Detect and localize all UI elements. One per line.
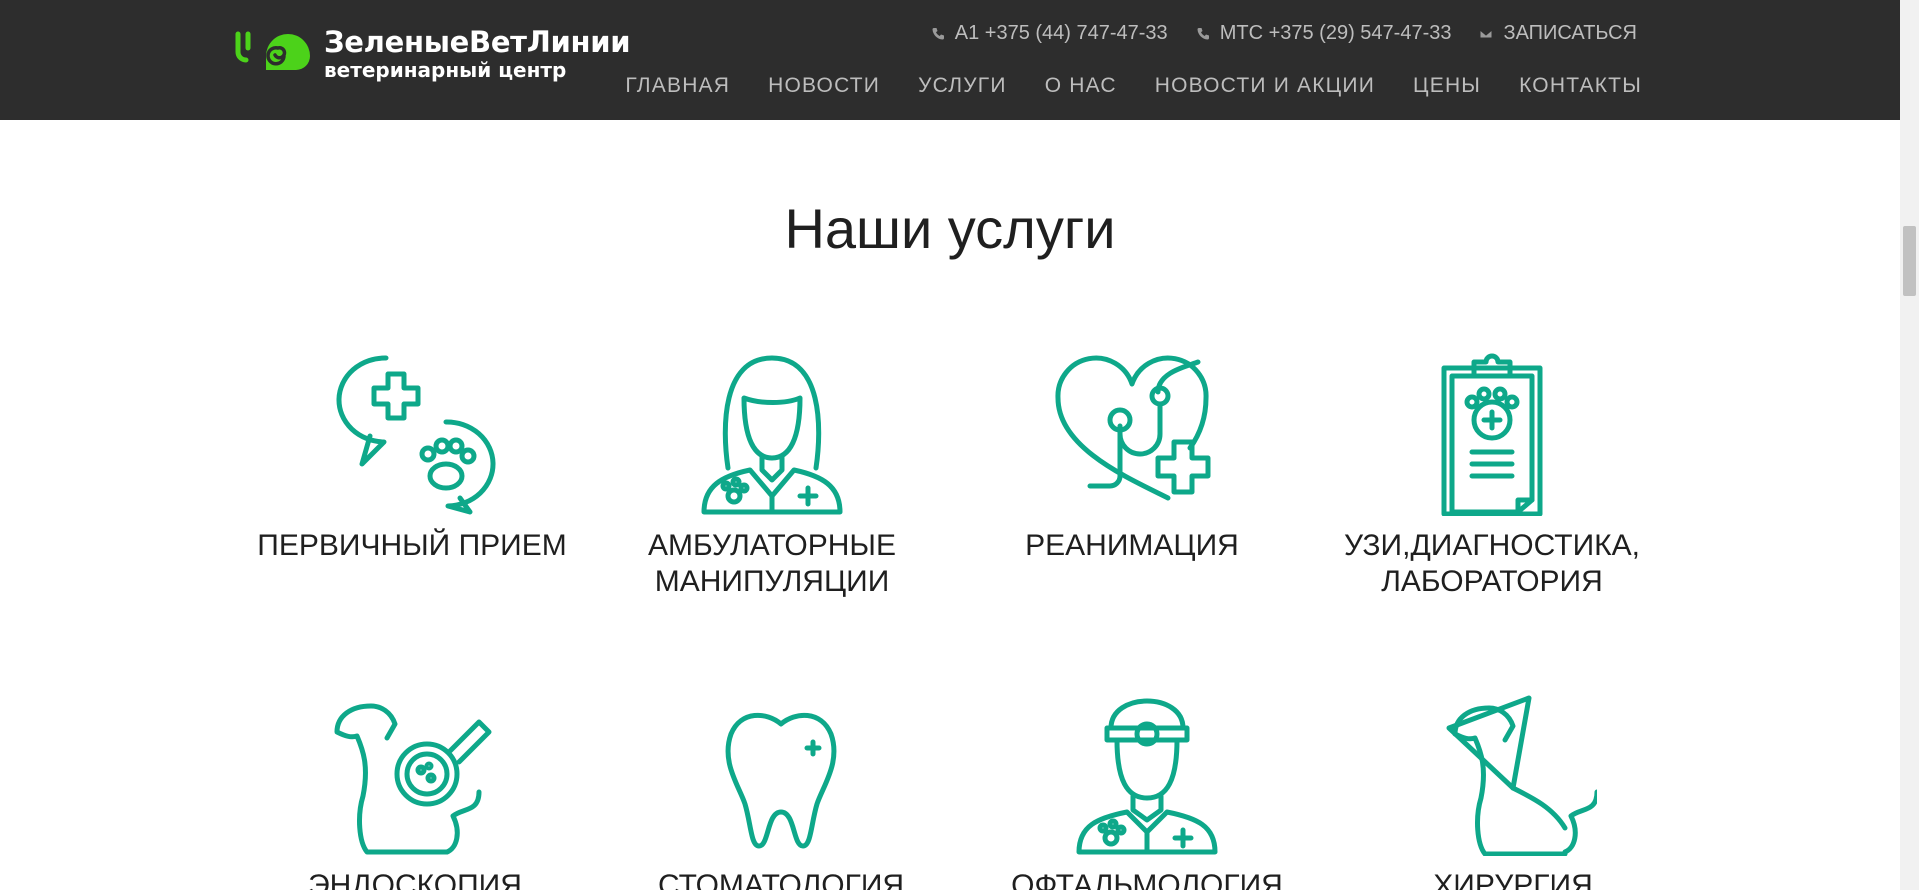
service-card-surgery[interactable]: ХИРУРГИЯ [1330,688,1696,890]
service-card-endoscopy[interactable]: ЭНДОСКОПИЯ [232,688,598,890]
nav-item-services[interactable]: УСЛУГИ [918,74,1007,98]
nav-item-contacts[interactable]: КОНТАКТЫ [1519,74,1642,98]
service-label: РЕАНИМАЦИЯ [1025,529,1239,562]
nav-item-news[interactable]: НОВОСТИ [768,74,880,98]
nav-item-news-promos[interactable]: НОВОСТИ И АКЦИИ [1155,74,1375,98]
service-card-ophthalmology[interactable]: ОФТАЛЬМОЛОГИЯ [964,688,1330,890]
service-label: ПЕРВИЧНЫЙ ПРИЕМ [257,529,567,562]
heart-stethoscope-icon [1055,355,1211,501]
scrollbar-thumb[interactable] [1903,226,1916,296]
header-contacts: А1 +375 (44) 747-47-33 МТС +375 (29) 547… [931,22,1637,45]
phone-mts-text: МТС +375 (29) 547-47-33 [1219,22,1452,44]
vet-woman-icon [701,355,843,515]
service-label: ОФТАЛЬМОЛОГИЯ [1011,869,1283,890]
phone-a1-link[interactable]: А1 +375 (44) 747-47-33 [931,22,1168,45]
service-label: ЭНДОСКОПИЯ [308,869,522,890]
service-card-initial-visit[interactable]: ПЕРВИЧНЫЙ ПРИЕМ [232,348,592,688]
site-header: ЗеленыеВетЛинии ветеринарный центр А1 +3… [0,0,1900,120]
phone-a1-text: А1 +375 (44) 747-47-33 [954,22,1168,44]
services-row: ПЕРВИЧНЫЙ ПРИЕМ АМБУЛАТОРНЫЕ МАНИПУЛЯЦИИ [232,348,1672,688]
page-title: Наши услуги [784,197,1116,260]
logo-subtitle: ветеринарный центр [324,58,567,82]
signup-text: ЗАПИСАТЬСЯ [1503,22,1637,44]
logo[interactable]: ЗеленыеВетЛинии ветеринарный центр [232,25,631,82]
envelope-icon [1479,29,1493,38]
logo-text: ЗеленыеВетЛинии ветеринарный центр [324,25,631,82]
nav-item-home[interactable]: ГЛАВНАЯ [625,74,730,98]
dog-cone-icon [1446,695,1597,856]
signup-link[interactable]: ЗАПИСАТЬСЯ [1479,22,1637,45]
clipboard-paw-icon [1441,353,1543,516]
doctor-head-mirror-icon [1076,698,1218,855]
service-card-dentistry[interactable]: СТОМАТОЛОГИЯ [598,688,964,890]
phone-icon [932,27,944,39]
service-card-outpatient[interactable]: АМБУЛАТОРНЫЕ МАНИПУЛЯЦИИ [592,348,952,688]
services-grid: ПЕРВИЧНЫЙ ПРИЕМ АМБУЛАТОРНЫЕ МАНИПУЛЯЦИИ [232,348,1672,890]
phone-icon [1197,27,1209,39]
service-label: ХИРУРГИЯ [1433,869,1593,890]
nav-item-prices[interactable]: ЦЕНЫ [1413,74,1481,98]
service-card-resuscitation[interactable]: РЕАНИМАЦИЯ [952,348,1312,688]
service-label: УЗИ,ДИАГНОСТИКА, ЛАБОРАТОРИЯ [1344,529,1640,598]
nav-item-about[interactable]: О НАС [1045,74,1117,98]
service-label: АМБУЛАТОРНЫЕ МАНИПУЛЯЦИИ [648,529,896,598]
chat-cross-paw-icon [336,355,496,515]
phone-mts-link[interactable]: МТС +375 (29) 547-47-33 [1196,22,1452,45]
main-nav: ГЛАВНАЯ НОВОСТИ УСЛУГИ О НАС НОВОСТИ И А… [625,74,1642,98]
page-scrollbar[interactable] [1900,0,1919,890]
snail-logo-icon [235,31,310,70]
dog-magnifier-icon [334,703,492,855]
logo-name: ЗеленыеВетЛинии [324,25,631,59]
services-row: ЭНДОСКОПИЯ СТОМАТОЛОГИЯ ОФТАЛЬМОЛОГИЯ ХИ… [232,688,1696,890]
tooth-icon [725,712,837,849]
service-label: СТОМАТОЛОГИЯ [657,869,905,890]
service-card-ultrasound[interactable]: УЗИ,ДИАГНОСТИКА, ЛАБОРАТОРИЯ [1312,348,1672,688]
